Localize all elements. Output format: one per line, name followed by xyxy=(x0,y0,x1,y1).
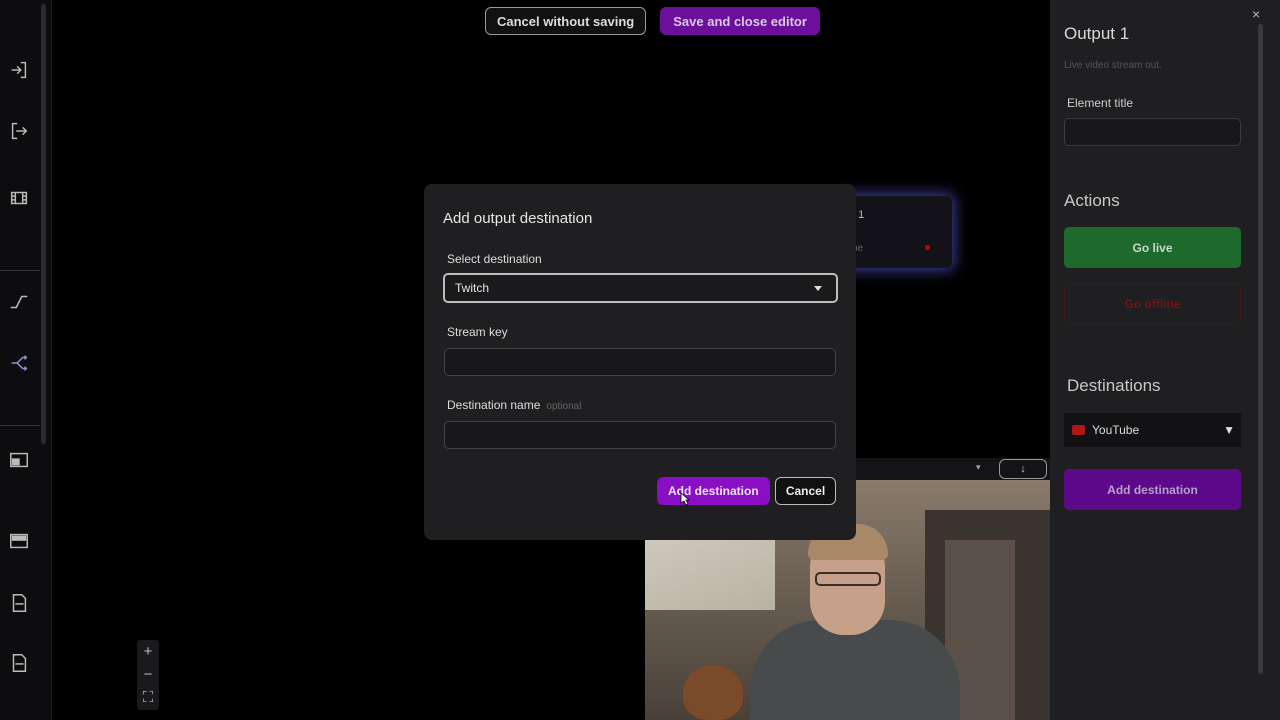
zoom-out-button[interactable]: − xyxy=(137,663,159,686)
destination-item-name: YouTube xyxy=(1092,423,1140,437)
node-status-dot xyxy=(925,245,930,250)
switch-icon[interactable] xyxy=(4,348,34,378)
zoom-in-button[interactable]: + xyxy=(137,640,159,663)
youtube-icon xyxy=(1072,425,1085,435)
save-and-close-button[interactable]: Save and close editor xyxy=(660,7,820,35)
panel-subtitle: Live video stream out. xyxy=(1064,60,1162,71)
optional-hint: optional xyxy=(546,401,582,412)
html-file-icon[interactable] xyxy=(4,588,34,618)
pointer-cursor-icon xyxy=(680,492,690,506)
editor-screen: + − ⛶ Cancel without saving Save and clo… xyxy=(0,0,1280,720)
preview-person-body xyxy=(750,620,960,720)
actions-heading: Actions xyxy=(1064,191,1120,210)
add-destination-button[interactable]: Add destination xyxy=(657,477,770,505)
output-node[interactable]: t 1 be xyxy=(840,196,952,268)
png-file-icon[interactable] xyxy=(4,648,34,678)
add-output-destination-dialog: Add output destination Select destinatio… xyxy=(424,184,856,540)
destination-select-value: Twitch xyxy=(455,281,490,295)
destination-name-label: Destination name optional xyxy=(447,398,581,412)
close-icon[interactable]: × xyxy=(1252,6,1260,22)
toolbar-divider xyxy=(0,425,40,426)
zoom-controls: + − ⛶ xyxy=(137,640,159,710)
layout-icon[interactable] xyxy=(4,526,34,556)
download-button[interactable]: ↓ xyxy=(999,459,1047,479)
preview-toy xyxy=(683,665,743,720)
panel-add-destination-button[interactable]: Add destination xyxy=(1064,469,1241,510)
left-toolbar xyxy=(0,0,52,720)
output-icon[interactable] xyxy=(4,116,34,146)
video-node-header[interactable]: ▾ ↓ xyxy=(848,458,1050,480)
caret-down-icon xyxy=(814,286,822,291)
editor-top-actions: Cancel without saving Save and close edi… xyxy=(485,7,820,35)
toolbar-scrollbar[interactable] xyxy=(41,4,46,444)
toolbar-divider xyxy=(0,270,40,271)
destination-select[interactable]: Twitch xyxy=(443,273,838,303)
chevron-down-icon[interactable]: ▾ xyxy=(976,462,981,473)
transition-icon[interactable] xyxy=(4,287,34,317)
destinations-heading: Destinations xyxy=(1067,376,1161,395)
zoom-fit-button[interactable]: ⛶ xyxy=(137,686,159,709)
panel-title: Output 1 xyxy=(1064,24,1130,43)
stream-key-label: Stream key xyxy=(447,325,508,339)
preview-person-glasses xyxy=(815,572,881,586)
properties-panel: × Output 1 Live video stream out. Elemen… xyxy=(1050,0,1280,720)
element-title-input[interactable] xyxy=(1064,118,1241,146)
cancel-button[interactable]: Cancel xyxy=(775,477,836,505)
cancel-without-saving-button[interactable]: Cancel without saving xyxy=(485,7,647,35)
select-destination-label: Select destination xyxy=(447,252,542,266)
destination-name-label-text: Destination name xyxy=(447,398,541,412)
destination-item[interactable]: YouTube ▼ xyxy=(1064,413,1241,447)
input-icon[interactable] xyxy=(4,55,34,85)
panel-scrollbar[interactable] xyxy=(1258,24,1263,674)
film-icon[interactable] xyxy=(4,183,34,213)
stream-key-input[interactable] xyxy=(444,348,836,376)
element-title-label: Element title xyxy=(1067,96,1134,110)
expand-toggle-icon[interactable]: ▼ xyxy=(1223,423,1235,437)
pip-icon[interactable] xyxy=(4,445,34,475)
go-offline-button[interactable]: Go offline xyxy=(1064,283,1241,324)
destination-name-input[interactable] xyxy=(444,421,836,449)
dialog-title: Add output destination xyxy=(443,210,593,227)
go-live-button[interactable]: Go live xyxy=(1064,227,1241,268)
